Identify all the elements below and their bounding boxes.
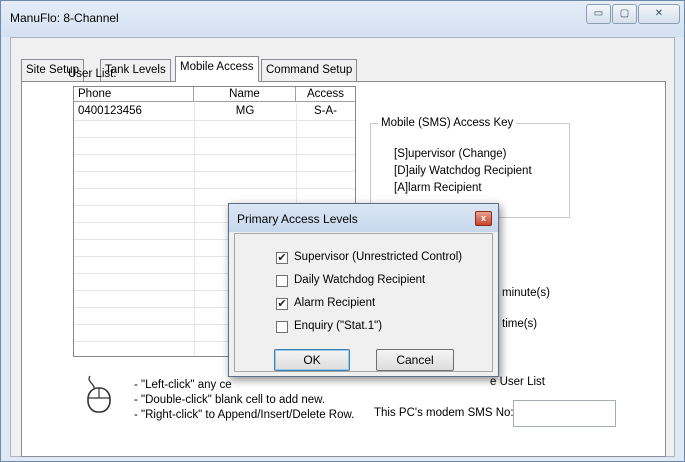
dialog-body: ✔ Supervisor (Unrestricted Control) Dail…	[234, 233, 493, 372]
close-icon: ✕	[654, 8, 664, 19]
dialog-title: Primary Access Levels	[237, 212, 358, 226]
checkbox-enquiry[interactable]	[276, 321, 288, 333]
checkbox-enquiry-label[interactable]: Enquiry ("Stat.1")	[294, 320, 382, 332]
tab-command-setup[interactable]: Command Setup	[261, 59, 358, 81]
row-divider	[74, 188, 355, 189]
access-key-alarm: [A]larm Recipient	[394, 182, 482, 194]
checkbox-alarm-recipient[interactable]: ✔	[276, 298, 288, 310]
primary-access-dialog: Primary Access Levels x ✔ Supervisor (Un…	[228, 203, 499, 377]
minimize-icon: ▭	[593, 8, 604, 19]
row-divider	[74, 120, 355, 121]
check-icon: ✔	[277, 252, 287, 264]
checkbox-daily-watchdog[interactable]	[276, 275, 288, 287]
tab-mobile-access[interactable]: Mobile Access	[175, 56, 259, 82]
ok-button[interactable]: OK	[274, 349, 350, 371]
maximize-button[interactable]: ▢	[612, 4, 637, 24]
hint-left-click: - "Left-click" any ce	[134, 379, 232, 391]
mouse-icon	[87, 375, 111, 413]
access-key-title: Mobile (SMS) Access Key	[378, 117, 517, 129]
minute-label: minute(s)	[502, 287, 550, 299]
column-header-access[interactable]: Access	[296, 87, 355, 102]
title-bar[interactable]: ManuFlo: 8-Channel ▭ ▢ ✕	[1, 1, 684, 37]
dialog-close-button[interactable]: x	[475, 211, 492, 226]
hint-right-click: - "Right-click" to Append/Insert/Delete …	[134, 409, 355, 421]
user-list-label: User List:	[68, 68, 117, 80]
modem-sms-input[interactable]	[513, 400, 616, 427]
checkbox-supervisor[interactable]: ✔	[276, 252, 288, 264]
cancel-button[interactable]: Cancel	[376, 349, 454, 371]
maximize-icon: ▢	[619, 8, 630, 19]
modem-sms-label: This PC's modem SMS No:	[374, 407, 514, 419]
cell-access[interactable]: S-A-	[296, 104, 355, 119]
access-key-supervisor: [S]upervisor (Change)	[394, 148, 507, 160]
column-header-name[interactable]: Name	[194, 87, 296, 102]
close-icon: x	[480, 213, 486, 223]
time-label: time(s)	[502, 318, 538, 330]
access-key-daily: [D]aily Watchdog Recipient	[394, 165, 532, 177]
hint-double-click: - "Double-click" blank cell to add new.	[134, 394, 325, 406]
row-divider	[74, 171, 355, 172]
cell-phone[interactable]: 0400123456	[78, 104, 142, 119]
checkbox-supervisor-label[interactable]: Supervisor (Unrestricted Control)	[294, 251, 462, 263]
cell-name[interactable]: MG	[194, 104, 296, 119]
user-list-text: e User List	[490, 376, 545, 388]
column-divider	[194, 103, 195, 356]
close-button[interactable]: ✕	[638, 4, 680, 24]
window-title: ManuFlo: 8-Channel	[10, 11, 119, 25]
column-header-phone[interactable]: Phone	[74, 87, 194, 102]
dialog-title-bar[interactable]: Primary Access Levels x	[229, 204, 498, 232]
check-icon: ✔	[277, 298, 287, 310]
row-divider	[74, 154, 355, 155]
checkbox-daily-watchdog-label[interactable]: Daily Watchdog Recipient	[294, 274, 425, 286]
checkbox-alarm-recipient-label[interactable]: Alarm Recipient	[294, 297, 375, 309]
minimize-button[interactable]: ▭	[586, 4, 611, 24]
row-divider	[74, 137, 355, 138]
